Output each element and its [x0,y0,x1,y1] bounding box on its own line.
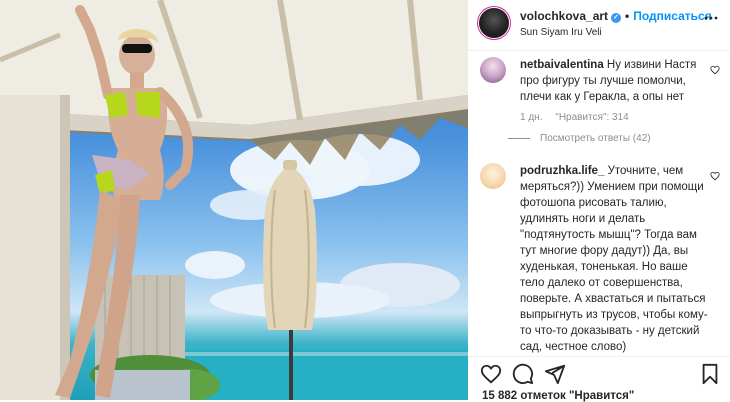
view-replies-label: Посмотреть ответы (42) [540,133,651,144]
post-actions-bar: 15 882 отметок "Нравится" [468,356,730,402]
comment-text-block: netbaivalentina Ну извини Настя про фигу… [520,57,710,105]
comment-meta: 1 дн. "Нравится": 314 [520,112,639,123]
post-header: volochkova_art ✓ • Подписаться Sun Siyam Ir… [468,0,730,51]
verified-badge-icon: ✓ [611,13,622,23]
comment-icon[interactable] [512,363,534,385]
comment-time: 1 дн. [520,112,543,123]
view-replies-button[interactable]: Посмотреть ответы (42) [508,133,651,144]
comment-username[interactable]: netbaivalentina [520,59,604,71]
beach-scene-illustration [0,0,468,400]
separator-dot: • [625,9,630,23]
comments-list[interactable]: netbaivalentina Ну извини Настя про фигу… [468,51,730,355]
commenter-avatar[interactable] [480,163,506,189]
comment-body: Уточните, чем меряться?)) Умением при по… [520,165,708,353]
comment-likes[interactable]: "Нравится": 314 [555,112,628,123]
bookmark-icon[interactable] [700,363,720,385]
post-photo[interactable] [0,0,468,400]
likes-count[interactable]: 15 882 отметок "Нравится" [482,390,634,402]
comment-like-heart-icon[interactable] [710,171,720,181]
more-options-icon[interactable] [704,11,718,30]
post-sidebar: volochkova_art ✓ • Подписаться Sun Siyam Ir… [468,0,730,402]
author-username[interactable]: volochkova_art [520,9,608,23]
commenter-avatar[interactable] [480,57,506,83]
comment-like-heart-icon[interactable] [710,65,720,75]
follow-button[interactable]: Подписаться [633,9,711,23]
comment-item: podruzhka.life_ Уточните, чем меряться?)… [480,163,720,353]
author-line: volochkova_art ✓ • Подписаться [520,9,712,23]
heart-icon[interactable] [480,363,502,385]
comment-username[interactable]: podruzhka.life_ [520,165,604,177]
post-location[interactable]: Sun Siyam Iru Veli [520,27,602,38]
comment-text-block: podruzhka.life_ Уточните, чем меряться?)… [520,163,710,355]
author-avatar[interactable] [479,8,509,38]
replies-divider [508,137,530,139]
share-icon[interactable] [544,363,566,385]
